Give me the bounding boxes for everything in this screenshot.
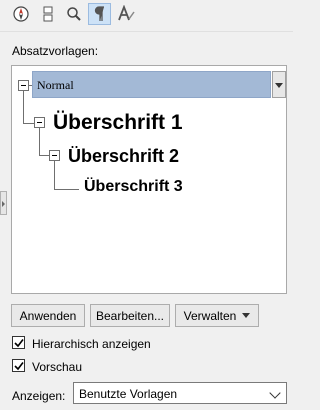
- chevron-down-icon: [242, 313, 251, 318]
- show-label: Anzeigen:: [12, 389, 66, 403]
- chevron-down-icon: [269, 387, 281, 399]
- preview-checkbox[interactable]: [12, 359, 25, 372]
- tree-item-heading-1[interactable]: Überschrift 1: [53, 111, 183, 135]
- preview-label[interactable]: Vorschau: [32, 360, 82, 374]
- checkmark-icon: [14, 339, 24, 348]
- styles-tree[interactable]: Normal Überschrift 1 Überschrift 2 Übers…: [11, 65, 287, 294]
- collapse-toggle-normal[interactable]: [18, 80, 29, 91]
- tree-connector: [23, 91, 24, 123]
- hierarchical-label[interactable]: Hierarchisch anzeigen: [32, 337, 151, 351]
- collapse-toggle-heading-1[interactable]: [34, 117, 45, 128]
- zoom-button[interactable]: [63, 3, 85, 25]
- tree-connector: [23, 123, 34, 124]
- tree-connector: [39, 128, 40, 155]
- edit-button-label: Bearbeiten...: [95, 308, 165, 323]
- navigator-button[interactable]: [10, 3, 32, 25]
- edit-button[interactable]: Bearbeiten...: [90, 304, 170, 327]
- manage-button-label: Verwalten: [183, 308, 237, 323]
- tree-item-heading-3[interactable]: Überschrift 3: [84, 178, 183, 196]
- toolbar-divider: [0, 31, 293, 32]
- tree-item-label: Normal: [37, 78, 74, 92]
- character-styles-icon: [118, 5, 135, 21]
- navigator-icon: [13, 6, 29, 22]
- tree-connector: [39, 155, 49, 156]
- paragraph-styles-button[interactable]: [88, 3, 111, 25]
- collapse-toggle-heading-2[interactable]: [49, 150, 60, 161]
- show-filter-value: Benutzte Vorlagen: [79, 387, 178, 401]
- page-layout-icon: [43, 6, 53, 22]
- show-filter-select[interactable]: Benutzte Vorlagen: [73, 382, 287, 404]
- style-dropdown-arrow[interactable]: [272, 71, 286, 98]
- zoom-icon: [67, 7, 81, 21]
- sidebar-collapse-handle[interactable]: [0, 191, 7, 215]
- tree-connector: [54, 161, 55, 189]
- page-layout-button[interactable]: [37, 3, 59, 25]
- hierarchical-checkbox[interactable]: [12, 336, 25, 349]
- paragraph-styles-icon: [94, 6, 104, 21]
- paragraph-styles-label: Absatzvorlagen:: [12, 44, 99, 58]
- apply-button[interactable]: Anwenden: [11, 304, 85, 327]
- character-styles-button[interactable]: [115, 3, 137, 25]
- tree-item-normal[interactable]: Normal: [32, 71, 271, 98]
- tree-item-heading-2[interactable]: Überschrift 2: [68, 146, 179, 167]
- sidebar-toolbar: [0, 0, 293, 30]
- manage-button[interactable]: Verwalten: [175, 304, 259, 327]
- apply-button-label: Anwenden: [19, 308, 77, 323]
- tree-connector: [54, 189, 79, 190]
- checkmark-icon: [14, 362, 24, 371]
